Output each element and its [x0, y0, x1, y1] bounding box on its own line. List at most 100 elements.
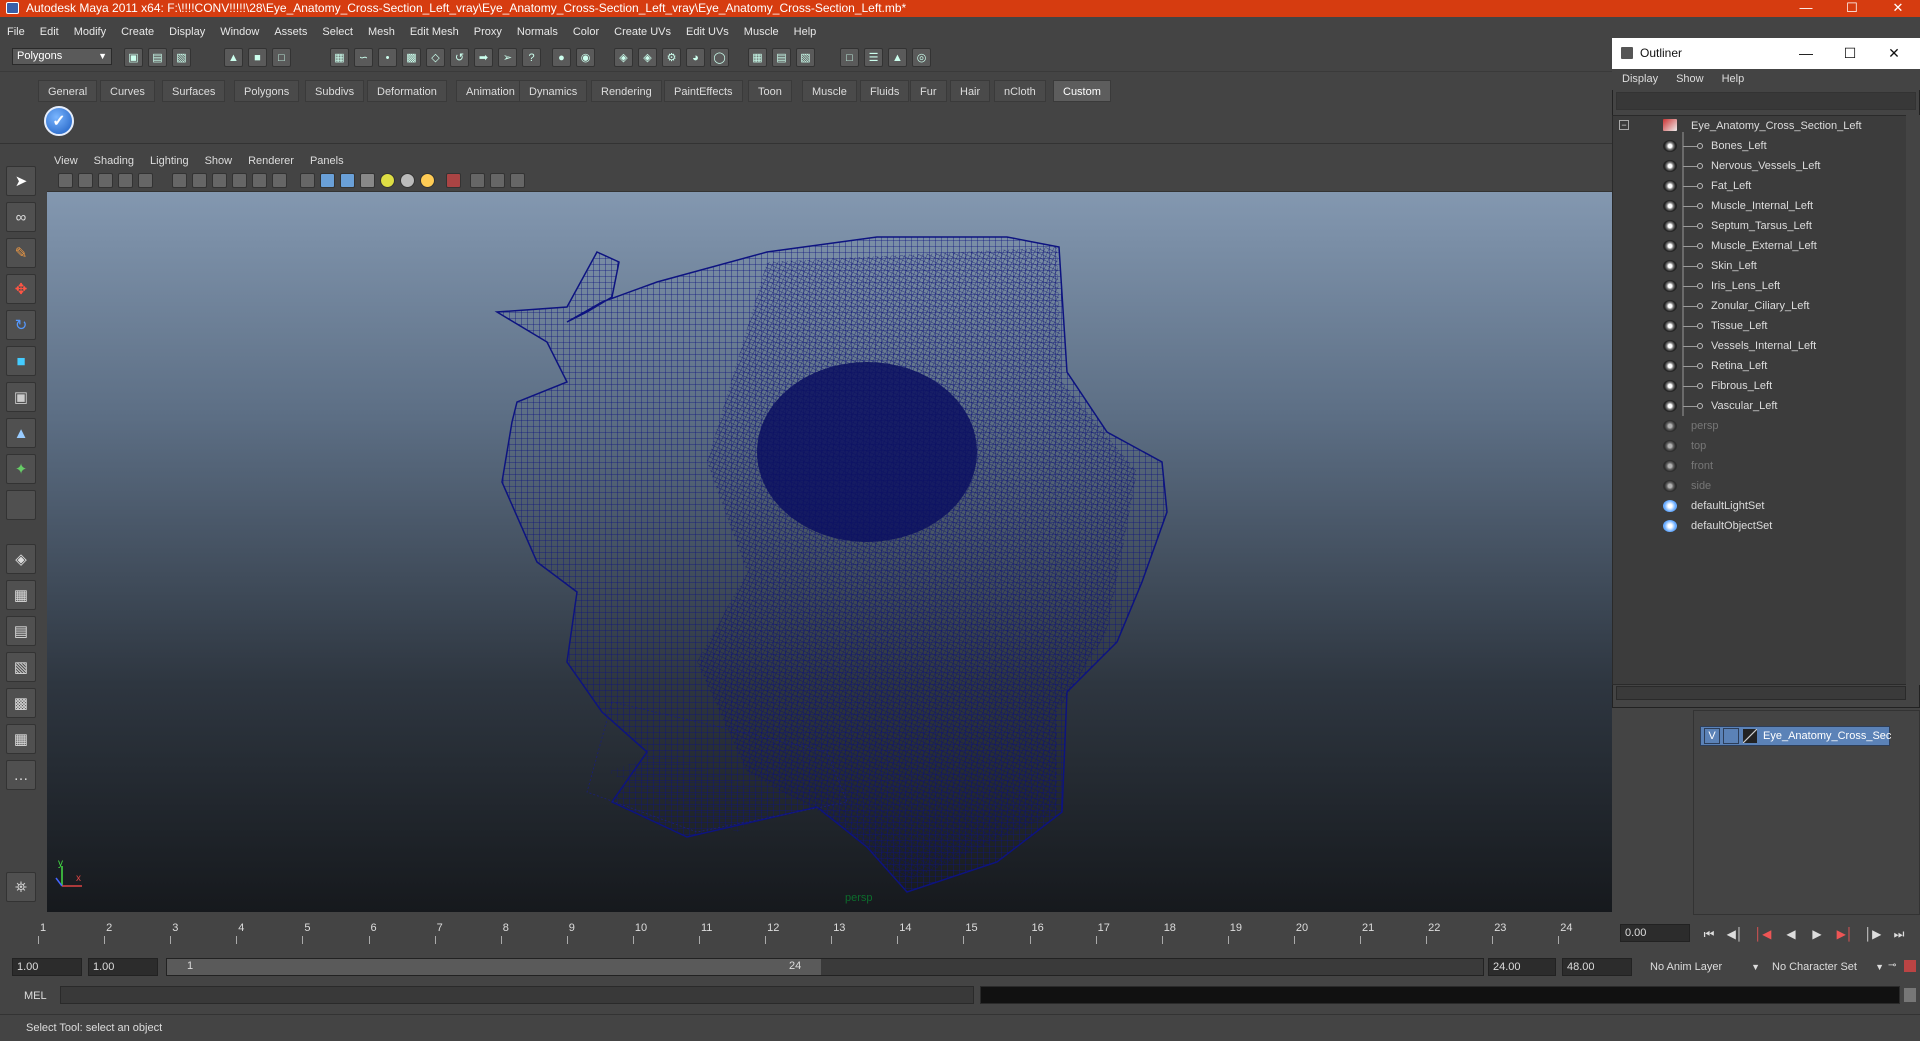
outliner-close-icon[interactable]: ✕: [1872, 38, 1916, 69]
input-ops-icon[interactable]: ➡: [474, 48, 493, 67]
outliner-maximize-icon[interactable]: ☐: [1828, 38, 1872, 69]
smooth-shade-icon[interactable]: [192, 173, 207, 188]
shelf-tab-surfaces[interactable]: Surfaces: [162, 80, 226, 102]
viewport-menu-shading[interactable]: Shading: [87, 152, 143, 170]
outliner-set-objects[interactable]: defaultObjectSet: [1691, 516, 1772, 536]
menu-edit-uvs[interactable]: Edit UVs: [679, 22, 737, 42]
isolate-select-icon[interactable]: [446, 173, 461, 188]
outliner-menu-help[interactable]: Help: [1712, 69, 1753, 90]
shelf-tab-custom[interactable]: Custom: [1053, 80, 1111, 102]
new-scene-icon[interactable]: ▣: [124, 48, 143, 67]
lock-icon[interactable]: ●: [552, 48, 571, 67]
shelf-tab-painteffects[interactable]: PaintEffects: [664, 80, 743, 102]
shelf-tab-hair[interactable]: Hair: [950, 80, 991, 102]
step-back-key-icon[interactable]: │◀: [1750, 924, 1776, 944]
channel-box-icon[interactable]: ▧: [796, 48, 815, 67]
viewport-menu-panels[interactable]: Panels: [303, 152, 353, 170]
outliner-toggle-icon[interactable]: ☰: [864, 48, 883, 67]
menu-file[interactable]: File: [0, 22, 33, 42]
hypergraph-icon[interactable]: ◎: [912, 48, 931, 67]
minimize-icon[interactable]: —: [1786, 0, 1826, 17]
help-icon[interactable]: ?: [522, 48, 541, 67]
image-plane-icon[interactable]: [118, 173, 133, 188]
checkmark-shelf-icon[interactable]: ✓: [44, 106, 74, 136]
shelf-tab-animation[interactable]: Animation: [456, 80, 525, 102]
script-editor-icon[interactable]: [1904, 988, 1916, 1002]
playback-end-field[interactable]: 24.00: [1488, 958, 1556, 976]
last-tool-icon[interactable]: [6, 490, 36, 520]
move-tool-icon[interactable]: ✥: [6, 274, 36, 304]
outliner-item[interactable]: Septum_Tarsus_Left: [1711, 216, 1812, 236]
shelf-tab-muscle[interactable]: Muscle: [802, 80, 857, 102]
shelf-tab-polygons[interactable]: Polygons: [234, 80, 300, 102]
outliner-item[interactable]: Skin_Left: [1711, 256, 1757, 276]
viewport-menu-renderer[interactable]: Renderer: [241, 152, 303, 170]
single-perspective-layout-icon[interactable]: ◈: [6, 544, 36, 574]
open-scene-icon[interactable]: ▤: [148, 48, 167, 67]
snap-surface-icon[interactable]: ▩: [402, 48, 421, 67]
outliner-menu-display[interactable]: Display: [1612, 69, 1666, 90]
camera-select-icon[interactable]: [58, 173, 73, 188]
wireframe-mesh[interactable]: [47, 192, 1612, 912]
outliner-item[interactable]: Tissue_Left: [1711, 316, 1767, 336]
wireframe-icon[interactable]: [172, 173, 187, 188]
graph-editor-icon[interactable]: ▲: [888, 48, 907, 67]
layer-visibility-toggle[interactable]: V: [1704, 728, 1720, 744]
menu-set-dropdown[interactable]: Polygons ▼: [12, 48, 112, 65]
snap-live-icon[interactable]: ◇: [426, 48, 445, 67]
cube-wire-icon[interactable]: [300, 173, 315, 188]
snap-curve-icon[interactable]: ∽: [354, 48, 373, 67]
camera-attributes-icon[interactable]: [78, 173, 93, 188]
outliner-item[interactable]: Muscle_External_Left: [1711, 236, 1817, 256]
menu-muscle[interactable]: Muscle: [737, 22, 787, 42]
output-ops-icon[interactable]: ➢: [498, 48, 517, 67]
select-component-icon[interactable]: □: [272, 48, 291, 67]
scale-tool-icon[interactable]: ■: [6, 346, 36, 376]
show-manip-icon[interactable]: ✦: [6, 454, 36, 484]
menu-edit[interactable]: Edit: [33, 22, 67, 42]
layout-options-icon[interactable]: …: [6, 760, 36, 790]
animation-end-field[interactable]: 48.00: [1562, 958, 1632, 976]
preferences-icon[interactable]: [1904, 960, 1916, 972]
tool-settings-icon[interactable]: □: [840, 48, 859, 67]
shelf-tab-deformation[interactable]: Deformation: [367, 80, 447, 102]
attribute-editor-icon[interactable]: ▤: [772, 48, 791, 67]
persp-graph-layout-icon[interactable]: ▧: [6, 652, 36, 682]
auto-key-icon[interactable]: ⊸: [1888, 960, 1900, 972]
shelf-tab-subdivs[interactable]: Subdivs: [305, 80, 365, 102]
menu-assets[interactable]: Assets: [267, 22, 315, 42]
shelf-tab-dynamics[interactable]: Dynamics: [519, 80, 588, 102]
outliner-item[interactable]: Fibrous_Left: [1711, 376, 1772, 396]
outliner-camera-front[interactable]: front: [1691, 456, 1713, 476]
rotate-tool-icon[interactable]: ↻: [6, 310, 36, 340]
outliner-item[interactable]: Iris_Lens_Left: [1711, 276, 1780, 296]
save-scene-icon[interactable]: ▧: [172, 48, 191, 67]
range-slider[interactable]: 1 24: [166, 958, 1484, 976]
play-backwards-icon[interactable]: ◀: [1778, 924, 1804, 944]
bookmark-icon[interactable]: [98, 173, 113, 188]
camera-icon[interactable]: ◉: [576, 48, 595, 67]
current-time-field[interactable]: 0.00: [1620, 924, 1690, 942]
menu-create-uvs[interactable]: Create UVs: [607, 22, 679, 42]
outliner-camera-top[interactable]: top: [1691, 436, 1706, 456]
layer-name[interactable]: Eye_Anatomy_Cross_Sec: [1763, 727, 1891, 745]
resolution-gate-icon[interactable]: [490, 173, 505, 188]
shelf-tab-general[interactable]: General: [38, 80, 98, 102]
collapse-toggle-icon[interactable]: −: [1619, 120, 1629, 130]
outliner-item[interactable]: Nervous_Vessels_Left: [1711, 156, 1820, 176]
shelf-tab-ncloth[interactable]: nCloth: [994, 80, 1046, 102]
texture-icon[interactable]: [252, 173, 267, 188]
all-lights-icon[interactable]: [400, 173, 415, 188]
snap-grid-icon[interactable]: ▦: [330, 48, 349, 67]
command-input[interactable]: [60, 986, 974, 1004]
display-layer-row[interactable]: V Eye_Anatomy_Cross_Sec: [1700, 726, 1891, 746]
anim-layer-dropdown[interactable]: No Anim Layer ▼: [1650, 958, 1760, 976]
menu-help[interactable]: Help: [787, 22, 825, 42]
x-ray-icon[interactable]: [232, 173, 247, 188]
outliner-camera-side[interactable]: side: [1691, 476, 1711, 496]
wireframe-on-shaded-icon[interactable]: [212, 173, 227, 188]
step-forward-key-icon[interactable]: ▶│: [1832, 924, 1858, 944]
play-forwards-icon[interactable]: ▶: [1804, 924, 1830, 944]
playback-start-field[interactable]: 1.00: [88, 958, 158, 976]
manipulator-tool-icon[interactable]: ▣: [6, 382, 36, 412]
